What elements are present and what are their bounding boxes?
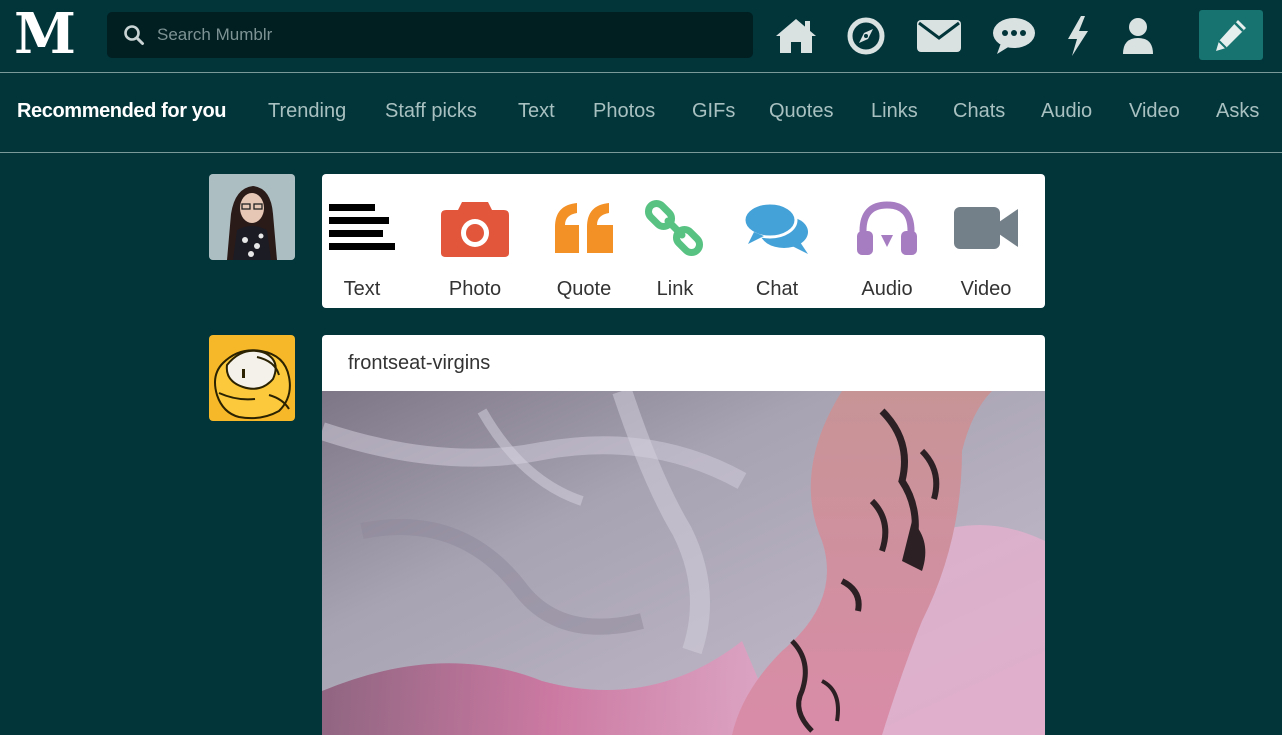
tabs-divider (0, 152, 1282, 153)
current-user-avatar[interactable] (209, 174, 295, 260)
tab-audio[interactable]: Audio (1041, 100, 1092, 123)
post-type-label: Video (960, 278, 1012, 300)
tab-text[interactable]: Text (518, 100, 555, 123)
tab-staff-picks[interactable]: Staff picks (385, 100, 477, 123)
tab-quotes[interactable]: Quotes (769, 100, 833, 123)
video-camera-icon (954, 207, 1018, 249)
post-type-label: Link (656, 278, 694, 300)
post-type-label: Photo (448, 278, 502, 300)
camera-icon (441, 202, 509, 257)
chat-icon (742, 201, 808, 254)
post-author-name[interactable]: frontseat-virgins (348, 352, 490, 375)
post-type-chat[interactable]: Chat (727, 192, 827, 300)
header-divider (0, 72, 1282, 73)
post-type-video[interactable]: Video (936, 192, 1036, 300)
top-navigation-bar: M (0, 0, 1282, 72)
search-bar[interactable] (107, 12, 753, 58)
lightning-icon[interactable] (1052, 12, 1104, 60)
explore-tabs: Recommended for you Trending Staff picks… (0, 74, 1282, 152)
tab-links[interactable]: Links (871, 100, 918, 123)
quote-icon (555, 203, 613, 253)
search-input[interactable] (155, 24, 739, 46)
tab-photos[interactable]: Photos (593, 100, 655, 123)
post-type-audio[interactable]: Audio (837, 192, 937, 300)
post-type-label: Text (343, 278, 381, 300)
post-type-quote[interactable]: Quote (534, 192, 634, 300)
post-photo[interactable] (322, 387, 1045, 735)
pencil-icon (1216, 20, 1246, 51)
tab-asks[interactable]: Asks (1216, 100, 1259, 123)
home-icon[interactable] (770, 12, 822, 60)
mail-icon[interactable] (913, 12, 965, 60)
tab-recommended-for-you[interactable]: Recommended for you (17, 100, 227, 123)
text-lines-icon (329, 204, 395, 250)
link-icon (644, 199, 704, 257)
user-icon[interactable] (1112, 12, 1164, 60)
post-type-label: Audio (861, 278, 913, 300)
compose-button[interactable] (1199, 10, 1263, 60)
post-type-text[interactable]: Text (312, 192, 412, 300)
post-type-bar: Text Photo Quote Link Chat Audio Video (322, 174, 1045, 308)
tab-video[interactable]: Video (1129, 100, 1180, 123)
mumblr-logo[interactable]: M (14, 4, 84, 64)
post-card: frontseat-virgins (322, 335, 1045, 735)
post-type-label: Quote (556, 278, 612, 300)
post-type-label: Chat (755, 278, 799, 300)
tab-trending[interactable]: Trending (268, 100, 346, 123)
post-author-avatar[interactable] (209, 335, 295, 421)
tab-chats[interactable]: Chats (953, 100, 1005, 123)
post-type-photo[interactable]: Photo (425, 192, 525, 300)
tab-gifs[interactable]: GIFs (692, 100, 735, 123)
headphones-icon (857, 201, 917, 255)
search-icon (124, 25, 144, 45)
chat-bubble-icon[interactable] (988, 12, 1040, 60)
compass-icon[interactable] (840, 12, 892, 60)
post-type-link[interactable]: Link (625, 192, 725, 300)
